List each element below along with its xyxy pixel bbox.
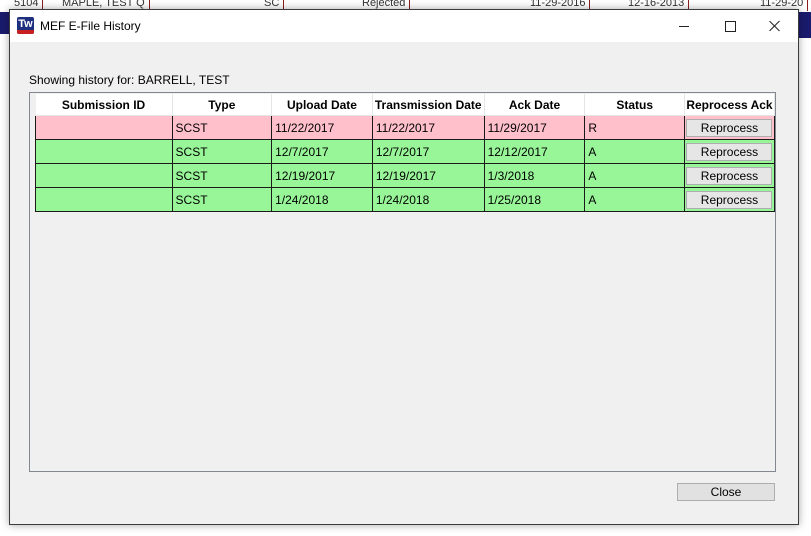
background-right-edge xyxy=(797,12,811,38)
cell-transmission-date: 1/24/2018 xyxy=(371,187,485,212)
reprocess-button[interactable]: Reprocess xyxy=(686,190,773,209)
cell-reprocess: Reprocess xyxy=(683,163,776,188)
reprocess-button[interactable]: Reprocess xyxy=(686,118,773,137)
close-icon xyxy=(769,20,781,32)
app-logo-icon: Tw xyxy=(17,17,34,34)
header-row: Submission ID Type Upload Date Transmiss… xyxy=(35,94,776,116)
close-window-button[interactable] xyxy=(752,10,798,42)
cell-ack-date: 1/25/2018 xyxy=(483,187,586,212)
app-logo-band xyxy=(17,30,34,34)
cell-submission-id xyxy=(35,187,173,212)
table-row[interactable]: SCST 12/7/2017 12/7/2017 12/12/2017 A Re… xyxy=(35,139,776,164)
history-table: Submission ID Type Upload Date Transmiss… xyxy=(35,94,776,212)
cell-submission-id xyxy=(35,163,173,188)
column-header-reprocess-ack[interactable]: Reprocess Ack xyxy=(684,94,776,116)
cell-status: A xyxy=(584,163,685,188)
cell-submission-id xyxy=(35,115,173,140)
cell-status: R xyxy=(584,115,685,140)
cell-status: A xyxy=(584,139,685,164)
minimize-icon xyxy=(679,25,689,27)
cell-upload-date: 11/22/2017 xyxy=(271,115,373,140)
table-row[interactable]: SCST 11/22/2017 11/22/2017 11/29/2017 R … xyxy=(35,115,776,140)
cell-upload-date: 12/7/2017 xyxy=(271,139,373,164)
window-title: MEF E-File History xyxy=(40,19,141,33)
column-header-transmission-date[interactable]: Transmission Date xyxy=(372,94,485,116)
column-header-ack-date[interactable]: Ack Date xyxy=(484,94,586,116)
title-bar[interactable]: Tw MEF E-File History xyxy=(10,10,798,42)
app-logo-text: Tw xyxy=(18,18,33,30)
history-for-label: Showing history for: BARRELL, TEST xyxy=(29,73,230,87)
cell-ack-date: 1/3/2018 xyxy=(483,163,586,188)
cell-submission-id xyxy=(35,139,173,164)
cell-reprocess: Reprocess xyxy=(683,139,776,164)
mef-efile-history-dialog: Tw MEF E-File History Showing history fo… xyxy=(9,9,799,525)
cell-type: SCST xyxy=(171,115,273,140)
cell-ack-date: 12/12/2017 xyxy=(483,139,586,164)
column-header-upload-date[interactable]: Upload Date xyxy=(271,94,373,116)
history-grid[interactable]: Submission ID Type Upload Date Transmiss… xyxy=(29,92,776,472)
column-header-type[interactable]: Type xyxy=(172,94,273,116)
maximize-icon xyxy=(724,20,736,32)
cell-reprocess: Reprocess xyxy=(683,115,776,140)
maximize-button[interactable] xyxy=(707,10,753,42)
cell-reprocess: Reprocess xyxy=(683,187,776,212)
table-row[interactable]: SCST 12/19/2017 12/19/2017 1/3/2018 A Re… xyxy=(35,163,776,188)
cell-transmission-date: 12/7/2017 xyxy=(371,139,485,164)
cell-ack-date: 11/29/2017 xyxy=(483,115,586,140)
minimize-button[interactable] xyxy=(661,10,707,42)
cell-transmission-date: 12/19/2017 xyxy=(371,163,485,188)
cell-type: SCST xyxy=(171,187,273,212)
cell-upload-date: 12/19/2017 xyxy=(271,163,373,188)
close-button[interactable]: Close xyxy=(677,483,775,501)
cell-transmission-date: 11/22/2017 xyxy=(371,115,485,140)
column-header-status[interactable]: Status xyxy=(584,94,685,116)
cell-status: A xyxy=(584,187,685,212)
table-row[interactable]: SCST 1/24/2018 1/24/2018 1/25/2018 A Rep… xyxy=(35,187,776,212)
column-header-submission-id[interactable]: Submission ID xyxy=(35,94,173,116)
cell-type: SCST xyxy=(171,139,273,164)
cell-upload-date: 1/24/2018 xyxy=(271,187,373,212)
reprocess-button[interactable]: Reprocess xyxy=(686,142,773,161)
reprocess-button[interactable]: Reprocess xyxy=(686,166,773,185)
cell-type: SCST xyxy=(171,163,273,188)
